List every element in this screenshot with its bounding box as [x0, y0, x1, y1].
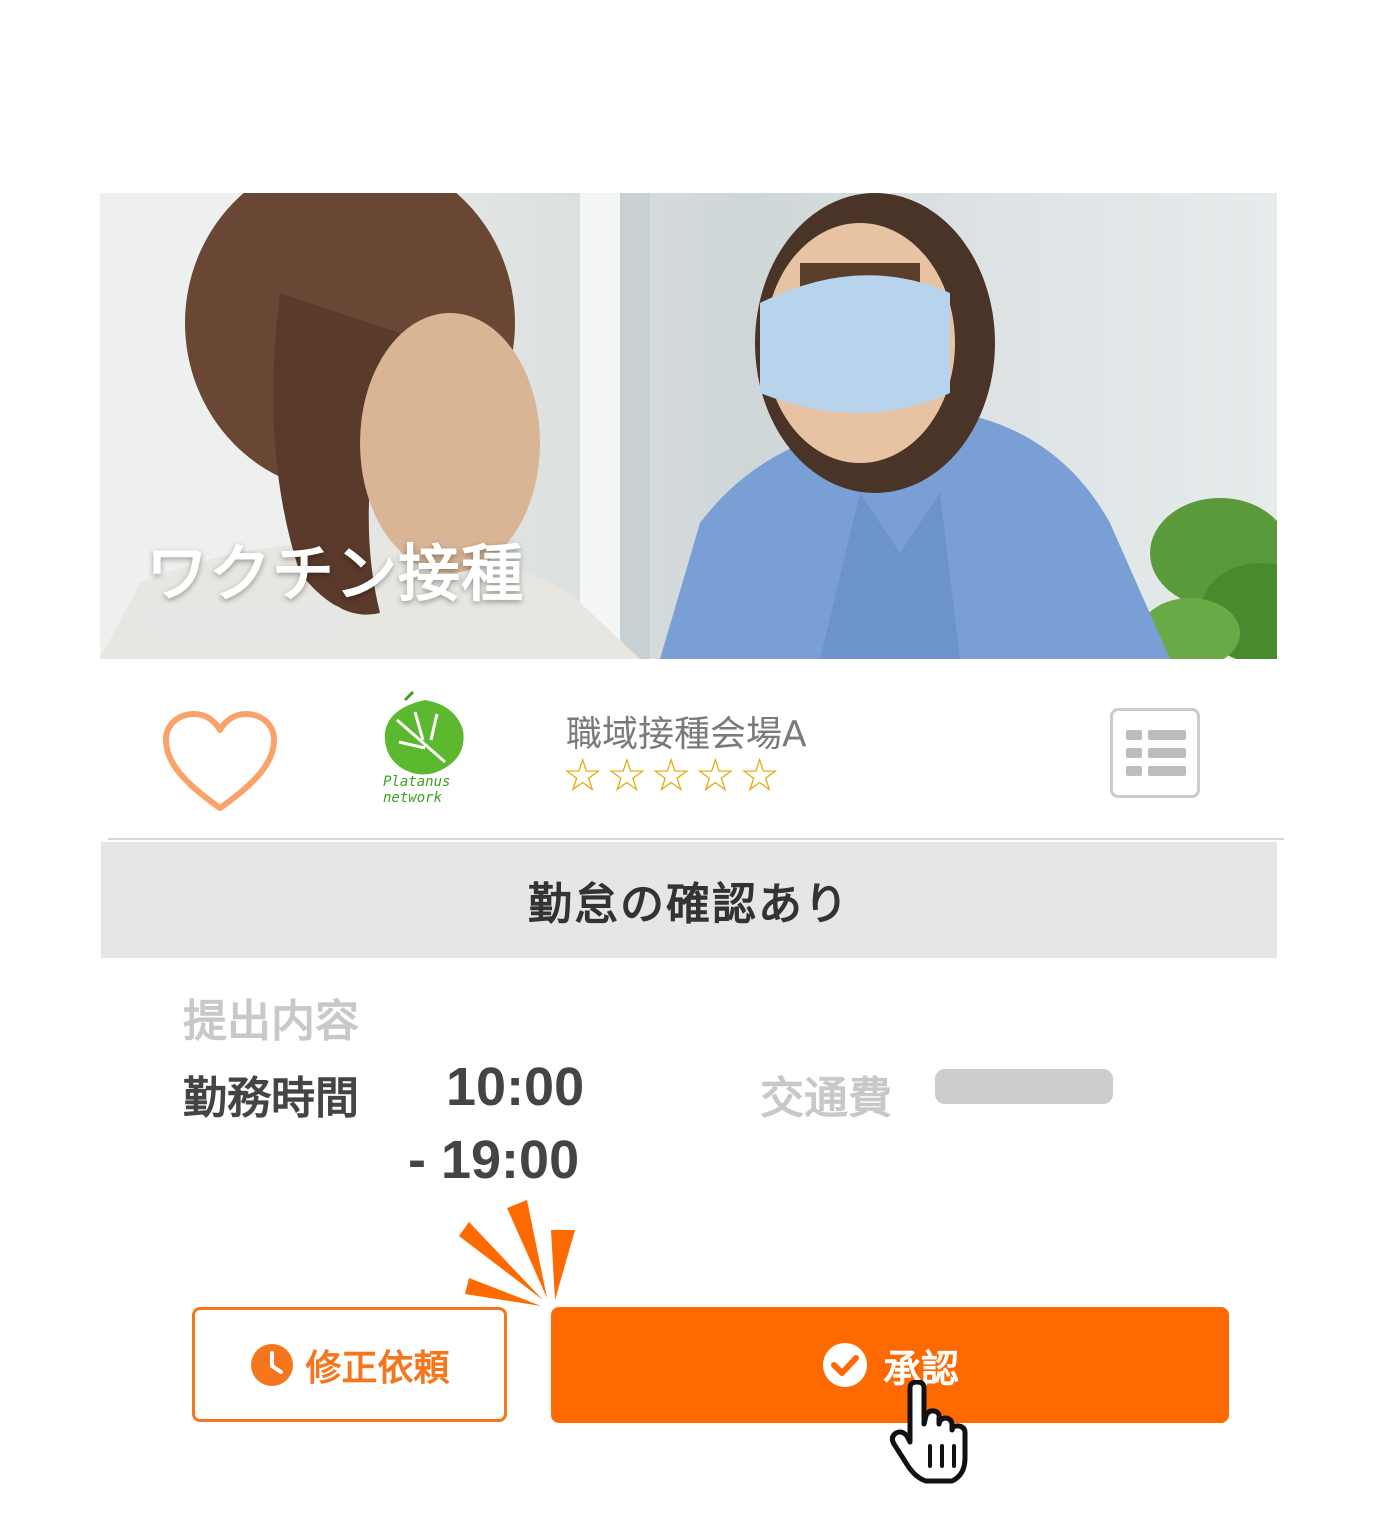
list-icon-line-2 [1148, 748, 1186, 758]
details-list-button[interactable] [1110, 708, 1200, 798]
logo-line-1: Platanus [383, 774, 451, 790]
check-circle-icon [822, 1343, 867, 1387]
list-icon-line-3 [1148, 766, 1186, 776]
emphasis-burst-icon [459, 1200, 575, 1306]
clock-icon [251, 1343, 294, 1386]
logo-line-2: network [383, 790, 443, 806]
list-icon-bullet-1 [1126, 730, 1142, 740]
revise-request-label: 修正依頼 [305, 1347, 450, 1389]
facility-logo-text: Platanus network [383, 774, 483, 806]
favorite-heart-icon[interactable] [160, 710, 280, 815]
job-hero-image[interactable]: ワクチン接種 [100, 193, 1277, 659]
hero-subtitle-placeholder [144, 605, 347, 636]
work-start-time: 10:00 [446, 1057, 585, 1117]
rating-stars: ☆☆☆☆☆ [562, 748, 784, 802]
transport-fee-label: 交通費 [760, 1073, 892, 1124]
submission-section-label: 提出内容 [183, 996, 359, 1047]
transport-fee-value-placeholder [935, 1069, 1113, 1104]
status-label: 勤怠の確認あり [528, 879, 850, 930]
work-hours-label: 勤務時間 [183, 1073, 359, 1124]
section-divider [108, 838, 1284, 840]
work-end-time: - 19:00 [408, 1130, 580, 1190]
revise-request-button[interactable]: 修正依頼 [192, 1307, 507, 1422]
attendance-status-banner: 勤怠の確認あり [101, 842, 1277, 958]
list-icon-bullet-3 [1126, 766, 1142, 776]
job-title: ワクチン接種 [146, 537, 525, 610]
list-icon-line-1 [1148, 730, 1186, 740]
hand-pointer-cursor-icon [889, 1380, 968, 1484]
list-icon-bullet-2 [1126, 748, 1142, 758]
